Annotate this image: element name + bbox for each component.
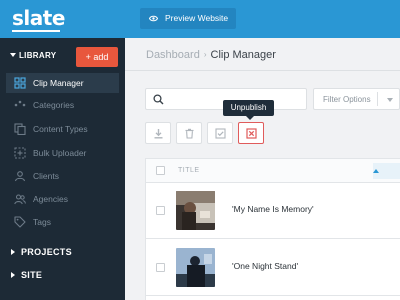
caret-right-icon — [11, 272, 15, 278]
download-button[interactable] — [145, 122, 171, 144]
add-button[interactable]: + add — [76, 47, 118, 67]
clip-title[interactable]: 'My Name Is Memory' — [232, 204, 314, 214]
sidebar-item-content-types[interactable]: Content Types — [6, 119, 119, 139]
publish-button[interactable] — [207, 122, 233, 144]
unpublish-x-icon — [246, 128, 257, 139]
sidebar-item-categories[interactable]: Categories — [6, 95, 119, 115]
table-row[interactable]: 'My Name Is Memory' — [146, 183, 400, 239]
library-title: LIBRARY — [19, 51, 57, 60]
content-types-icon — [14, 123, 26, 135]
sort-up-icon — [373, 169, 379, 173]
sidebar-item-label: Clients — [33, 171, 59, 181]
column-header-title[interactable]: TITLE — [178, 167, 200, 174]
download-icon — [154, 129, 163, 139]
sidebar: slate LIBRARY + add Clip Manager Categor… — [0, 0, 125, 300]
caret-down-icon — [10, 53, 16, 57]
breadcrumb: Dashboard › Clip Manager — [146, 49, 276, 61]
chevron-down-icon — [387, 98, 393, 102]
filter-options-label: Filter Options — [323, 95, 371, 104]
sidebar-item-agencies[interactable]: Agencies — [6, 189, 119, 209]
row-checkbox[interactable] — [156, 263, 165, 272]
table-row[interactable]: 'One Night Stand' — [146, 240, 400, 296]
sidebar-section-site[interactable]: SITE — [0, 267, 125, 285]
topbar: Preview Website — [125, 0, 400, 38]
preview-website-label: Preview Website — [165, 13, 229, 23]
sidebar-item-label: Clip Manager — [33, 78, 84, 88]
section-title: SITE — [21, 270, 43, 280]
sidebar-item-label: Agencies — [33, 194, 68, 204]
thumbnail-image — [176, 191, 215, 230]
clip-thumbnail[interactable] — [176, 191, 215, 230]
section-title: PROJECTS — [21, 247, 72, 257]
users-icon — [14, 194, 26, 205]
clip-thumbnail[interactable] — [176, 248, 215, 287]
bulk-upload-icon — [14, 147, 26, 159]
row-checkbox[interactable] — [156, 206, 165, 215]
caret-right-icon — [11, 249, 15, 255]
thumbnail-image — [176, 248, 215, 287]
unpublish-tooltip: Unpublish — [223, 100, 274, 116]
filter-divider — [377, 92, 378, 106]
unpublish-button[interactable] — [238, 122, 264, 144]
logo-area: slate — [0, 0, 125, 38]
clips-table: TITLE 'My Name Is Memory' 'One Night Sta… — [145, 158, 400, 300]
sidebar-item-bulk-uploader[interactable]: Bulk Uploader — [6, 143, 119, 163]
header-divider — [125, 70, 400, 71]
delete-button[interactable] — [176, 122, 202, 144]
eye-icon — [149, 15, 158, 22]
table-header: TITLE — [146, 159, 400, 183]
breadcrumb-dashboard-link[interactable]: Dashboard — [146, 49, 200, 61]
sidebar-item-label: Categories — [33, 100, 75, 110]
tooltip-arrow — [246, 116, 254, 120]
tag-icon — [14, 216, 26, 228]
sidebar-item-label: Bulk Uploader — [33, 148, 87, 158]
sidebar-item-tags[interactable]: Tags — [6, 212, 119, 232]
sidebar-section-projects[interactable]: PROJECTS — [0, 244, 125, 262]
trash-icon — [185, 128, 194, 139]
logo-underline — [12, 30, 60, 32]
sidebar-item-clip-manager[interactable]: Clip Manager — [6, 73, 119, 93]
sidebar-item-label: Tags — [33, 217, 51, 227]
clip-title[interactable]: 'One Night Stand' — [232, 261, 298, 271]
page-title: Clip Manager — [210, 49, 276, 61]
breadcrumb-separator: › — [203, 50, 207, 59]
user-icon — [14, 171, 26, 182]
categories-icon — [14, 100, 26, 107]
clip-grid-icon — [14, 77, 26, 89]
sort-column-header[interactable] — [373, 163, 400, 179]
select-all-checkbox[interactable] — [156, 166, 165, 175]
search-icon — [153, 94, 164, 105]
publish-check-icon — [215, 128, 226, 139]
sidebar-item-label: Content Types — [33, 124, 88, 134]
sidebar-item-clients[interactable]: Clients — [6, 166, 119, 186]
preview-website-button[interactable]: Preview Website — [140, 8, 236, 29]
filter-options-select[interactable]: Filter Options — [313, 88, 400, 110]
app-logo[interactable]: slate — [12, 6, 65, 30]
